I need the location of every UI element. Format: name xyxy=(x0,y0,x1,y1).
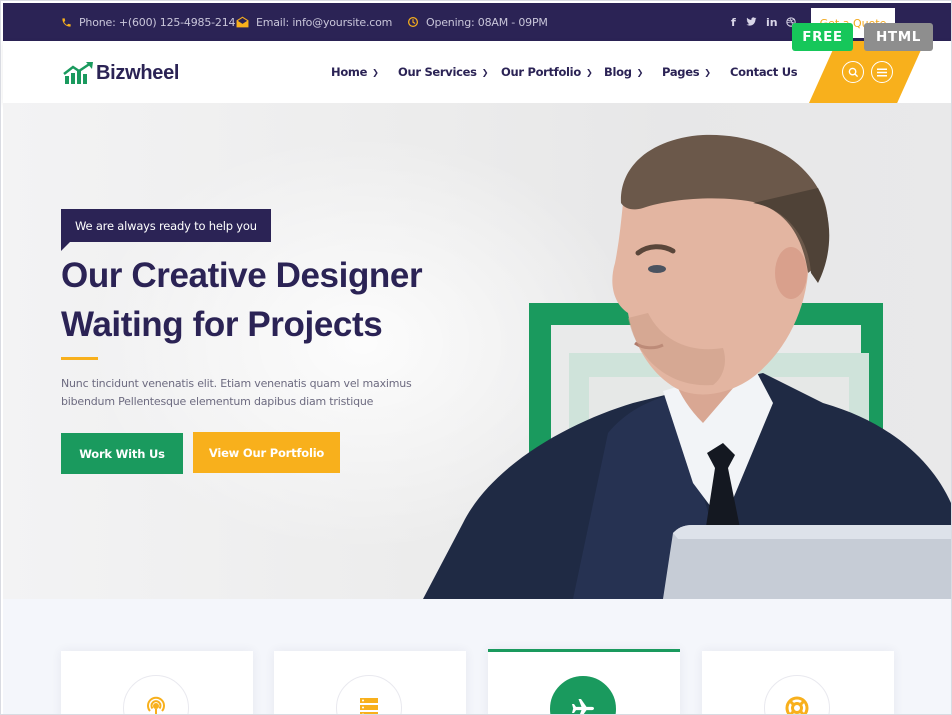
page-frame: Phone: +(600) 125-4985-214 Email: info@y… xyxy=(0,0,952,715)
html-badge: HTML xyxy=(864,23,933,51)
services-section xyxy=(3,599,951,714)
topbar-email[interactable]: Email: info@yoursite.com xyxy=(236,3,392,41)
lifebuoy-icon xyxy=(785,696,809,714)
service-icon-wrap xyxy=(336,675,402,714)
nav-blog[interactable]: Blog ❯ xyxy=(604,41,643,103)
broadcast-icon xyxy=(147,696,165,714)
server-icon xyxy=(360,698,378,714)
airplane-icon xyxy=(572,699,594,714)
chevron-down-icon: ❯ xyxy=(372,67,379,77)
view-portfolio-button[interactable]: View Our Portfolio xyxy=(193,432,340,473)
nav-home-label: Home xyxy=(331,65,368,79)
hero-desc-line-2: bibendum Pellentesque elementum dapibus … xyxy=(61,395,374,408)
work-with-us-button[interactable]: Work With Us xyxy=(61,433,183,474)
service-icon-wrap xyxy=(764,675,830,714)
growth-chart-icon xyxy=(63,61,93,84)
logo-text: Bizwheel xyxy=(96,61,180,84)
nav-home[interactable]: Home ❯ xyxy=(331,41,379,103)
site-logo[interactable]: Bizwheel xyxy=(63,59,179,87)
service-icon-wrap xyxy=(123,675,189,714)
nav-blog-label: Blog xyxy=(604,65,632,79)
phone-text: Phone: +(600) 125-4985-214 xyxy=(79,15,236,29)
hero-title-line-2: Waiting for Projects xyxy=(61,305,383,344)
chevron-down-icon: ❯ xyxy=(704,67,711,77)
service-card[interactable] xyxy=(274,651,466,714)
menu-icon xyxy=(877,68,887,76)
nav-pages[interactable]: Pages ❯ xyxy=(662,41,711,103)
twitter-icon[interactable] xyxy=(746,3,757,41)
chevron-down-icon: ❯ xyxy=(481,67,489,77)
nav-our-portfolio-label: Our Portfolio xyxy=(501,65,581,79)
nav-our-services-label: Our Services xyxy=(398,65,477,79)
topbar-phone[interactable]: Phone: +(600) 125-4985-214 xyxy=(61,3,235,41)
hero-section: We are always ready to help you Our Crea… xyxy=(3,103,951,599)
chevron-down-icon: ❯ xyxy=(636,67,644,77)
nav-contact-us-label: Contact Us xyxy=(730,65,798,79)
service-card-active[interactable] xyxy=(488,649,680,714)
chevron-down-icon: ❯ xyxy=(585,67,593,77)
nav-pages-label: Pages xyxy=(662,65,700,79)
tagline-pointer xyxy=(61,242,70,251)
nav-our-portfolio[interactable]: Our Portfolio ❯ xyxy=(501,41,593,103)
email-icon xyxy=(236,16,249,28)
facebook-icon[interactable]: f xyxy=(731,3,736,41)
nav-contact-us[interactable]: Contact Us xyxy=(730,41,798,103)
hero-title-line-1: Our Creative Designer xyxy=(61,256,423,295)
nav-our-services[interactable]: Our Services ❯ xyxy=(398,41,488,103)
hero-description: Nunc tincidunt venenatis elit. Etiam ven… xyxy=(61,375,461,411)
service-card[interactable] xyxy=(702,651,894,714)
search-icon xyxy=(848,67,858,77)
opening-text: Opening: 08AM - 09PM xyxy=(426,15,548,29)
free-badge: FREE xyxy=(792,23,853,51)
hero-tagline: We are always ready to help you xyxy=(61,209,271,242)
menu-button[interactable] xyxy=(871,61,893,83)
hero-divider xyxy=(61,357,98,360)
service-icon-wrap xyxy=(550,676,616,714)
topbar-opening: Opening: 08AM - 09PM xyxy=(407,3,548,41)
search-button[interactable] xyxy=(842,61,864,83)
hero-title: Our Creative Designer Waiting for Projec… xyxy=(61,251,521,349)
clock-icon xyxy=(408,17,418,27)
hero-person-image xyxy=(423,134,951,599)
service-card[interactable] xyxy=(61,651,253,714)
linkedin-icon[interactable]: in xyxy=(766,3,778,41)
hero-desc-line-1: Nunc tincidunt venenatis elit. Etiam ven… xyxy=(61,377,412,390)
email-text: Email: info@yoursite.com xyxy=(256,15,393,29)
phone-icon xyxy=(62,17,71,27)
